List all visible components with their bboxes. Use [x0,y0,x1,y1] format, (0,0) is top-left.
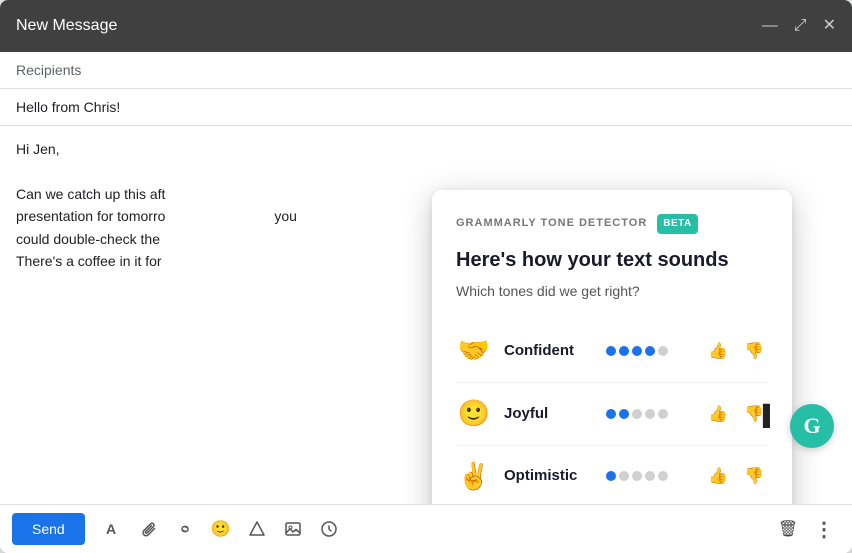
dot [619,346,629,356]
dot [658,471,668,481]
tone-row-joyful: 🙂 Joyful 👍 👎 [456,383,768,446]
send-button[interactable]: Send [12,513,85,545]
thumbs-down-optimistic[interactable]: 👎 [740,464,768,488]
tone-row-optimistic: ✌️ Optimistic 👍 👎 [456,446,768,504]
dot [606,409,616,419]
dot [606,346,616,356]
grammarly-g-icon: G [803,408,820,443]
more-options-icon[interactable] [313,513,345,545]
attach-icon[interactable] [133,513,165,545]
joyful-label: Joyful [504,402,594,426]
dot [619,471,629,481]
optimistic-emoji: ✌️ [456,456,492,498]
dot [632,346,642,356]
recipients-row[interactable]: Recipients [0,52,852,89]
dot [632,409,642,419]
maximize-icon[interactable]: ⤢ [794,18,807,34]
grammarly-tone-popup: GRAMMARLY TONE DETECTOR BETA Here's how … [432,190,792,504]
compose-body[interactable]: Hi Jen, Can we catch up this aft present… [0,126,852,504]
subject-row[interactable]: Hello from Chris! [0,89,852,126]
thumbs-up-confident[interactable]: 👍 [704,339,732,363]
thumbs-up-optimistic[interactable]: 👍 [704,464,732,488]
dot [645,346,655,356]
subject-text: Hello from Chris! [16,99,120,115]
toolbar-right: 🗑 ⋮ [772,513,840,545]
dot [645,409,655,419]
dot [658,346,668,356]
grammarly-g-button[interactable]: G [790,404,834,448]
svg-text:A: A [106,521,116,537]
tone-row-confident: 🤝 Confident 👍 👎 [456,320,768,383]
title-bar: New Message — ⤢ ✕ [0,0,852,52]
grammarly-title: Here's how your text sounds [456,244,768,276]
joyful-dots [606,409,692,419]
confident-label: Confident [504,339,594,363]
grammarly-header: GRAMMARLY TONE DETECTOR BETA [456,214,768,234]
cursor-indicator: ▌ [763,400,777,432]
confident-emoji: 🤝 [456,330,492,372]
minimize-icon[interactable]: — [762,18,778,34]
photo-icon[interactable] [277,513,309,545]
compose-toolbar: Send A 🙂 [0,504,852,553]
optimistic-feedback: 👍 👎 [704,464,768,488]
drive-icon[interactable] [241,513,273,545]
recipients-label: Recipients [16,62,81,78]
dot [632,471,642,481]
optimistic-dots [606,471,692,481]
confident-feedback: 👍 👎 [704,339,768,363]
compose-window: New Message — ⤢ ✕ Recipients Hello from … [0,0,852,553]
thumbs-up-joyful[interactable]: 👍 [704,402,732,426]
joyful-emoji: 🙂 [456,393,492,435]
dot [619,409,629,419]
link-icon[interactable] [169,513,201,545]
joyful-feedback: 👍 👎 [704,402,768,426]
grammarly-label: GRAMMARLY TONE DETECTOR [456,215,647,233]
emoji-icon[interactable]: 🙂 [205,513,237,545]
dot [645,471,655,481]
thumbs-down-confident[interactable]: 👎 [740,339,768,363]
optimistic-label: Optimistic [504,464,594,488]
close-icon[interactable]: ✕ [823,18,836,34]
beta-badge: BETA [657,214,697,234]
delete-icon[interactable]: 🗑 [772,513,804,545]
dot [658,409,668,419]
dot [606,471,616,481]
grammarly-subtitle: Which tones did we get right? [456,280,768,302]
window-title: New Message [16,17,117,35]
more-menu-icon[interactable]: ⋮ [808,513,840,545]
confident-dots [606,346,692,356]
body-greeting: Hi Jen, [16,138,836,160]
title-bar-actions: — ⤢ ✕ [762,18,836,34]
font-format-icon[interactable]: A [97,513,129,545]
